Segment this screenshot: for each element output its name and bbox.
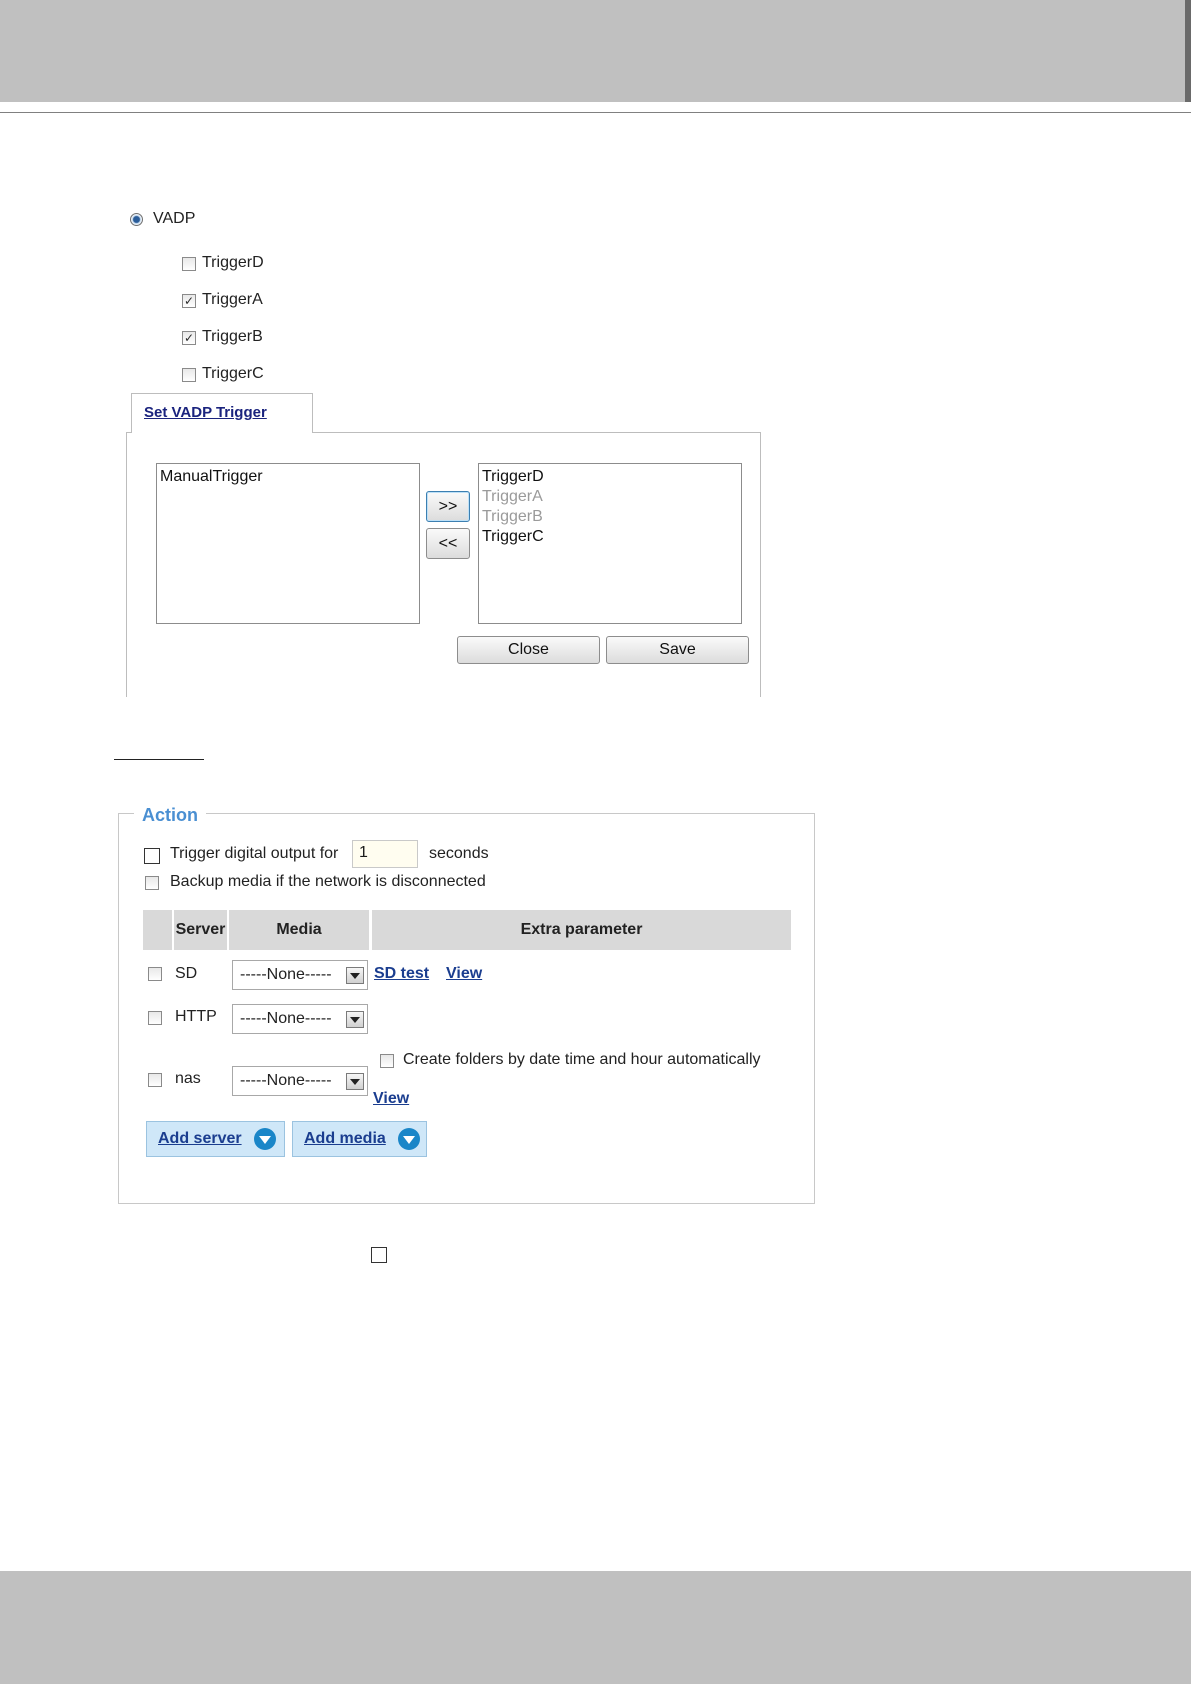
- chevron-down-icon: [346, 1011, 364, 1028]
- trigger-d-label: TriggerD: [202, 254, 264, 271]
- add-media-button[interactable]: Add media: [292, 1121, 427, 1157]
- vadp-radio-label: VADP: [153, 210, 196, 227]
- page-header-band: [0, 0, 1191, 102]
- trigger-a-checkbox[interactable]: ✓: [182, 294, 196, 308]
- table-header-server: Server: [174, 910, 227, 950]
- trigger-c-label: TriggerC: [202, 365, 264, 382]
- table-header-media: Media: [229, 910, 369, 950]
- nas-server-label: nas: [175, 1070, 201, 1087]
- trigger-b-checkbox[interactable]: ✓: [182, 331, 196, 345]
- move-right-button[interactable]: >>: [426, 491, 470, 522]
- list-item[interactable]: ManualTrigger: [160, 467, 416, 487]
- trigger-b-label: TriggerB: [202, 328, 263, 345]
- add-media-label: Add media: [304, 1130, 386, 1147]
- save-button[interactable]: Save: [606, 636, 749, 664]
- add-server-button[interactable]: Add server: [146, 1121, 285, 1157]
- chevron-down-icon: [253, 1128, 276, 1150]
- create-folders-checkbox[interactable]: [380, 1054, 394, 1068]
- header-scroll-strip: [1185, 0, 1191, 102]
- sd-media-value: -----None-----: [240, 966, 332, 983]
- digital-output-unit: seconds: [429, 845, 489, 862]
- trigger-d-checkbox[interactable]: [182, 257, 196, 271]
- checkbox-symbol-icon: [371, 1247, 387, 1263]
- sd-server-label: SD: [175, 965, 198, 982]
- section-underline: [114, 759, 204, 760]
- selected-triggers-list[interactable]: TriggerD TriggerA TriggerB TriggerC: [478, 463, 742, 624]
- add-server-label: Add server: [158, 1130, 242, 1147]
- digital-output-label: Trigger digital output for: [170, 845, 339, 862]
- chevron-down-icon: [346, 1073, 364, 1090]
- nas-media-select[interactable]: -----None-----: [232, 1066, 368, 1096]
- trigger-c-checkbox[interactable]: [182, 368, 196, 382]
- table-header-select: [143, 910, 172, 950]
- nas-view-link[interactable]: View: [373, 1090, 409, 1108]
- list-item[interactable]: TriggerD: [482, 467, 738, 487]
- header-divider: [0, 112, 1191, 113]
- http-server-checkbox[interactable]: [148, 1011, 162, 1025]
- move-left-button[interactable]: <<: [426, 528, 470, 559]
- http-media-select[interactable]: -----None-----: [232, 1004, 368, 1034]
- list-item[interactable]: TriggerA: [482, 487, 738, 507]
- table-header-extra: Extra parameter: [372, 910, 791, 950]
- list-item[interactable]: TriggerB: [482, 507, 738, 527]
- nas-server-checkbox[interactable]: [148, 1073, 162, 1087]
- backup-media-checkbox[interactable]: [145, 876, 159, 890]
- vadp-radio[interactable]: [130, 213, 143, 226]
- http-media-value: -----None-----: [240, 1010, 332, 1027]
- action-legend: Action: [134, 805, 206, 826]
- list-item[interactable]: TriggerC: [482, 527, 738, 547]
- backup-media-label: Backup media if the network is disconnec…: [170, 873, 486, 890]
- available-triggers-list[interactable]: ManualTrigger: [156, 463, 420, 624]
- close-button[interactable]: Close: [457, 636, 600, 664]
- chevron-down-icon: [397, 1128, 420, 1150]
- sd-view-link[interactable]: View: [446, 965, 482, 983]
- sd-media-select[interactable]: -----None-----: [232, 960, 368, 990]
- set-vadp-trigger-tab-link[interactable]: Set VADP Trigger: [144, 404, 267, 421]
- page-footer-band: [0, 1571, 1191, 1684]
- http-server-label: HTTP: [175, 1008, 217, 1025]
- chevron-down-icon: [346, 967, 364, 984]
- create-folders-label: Create folders by date time and hour aut…: [403, 1051, 761, 1068]
- nas-media-value: -----None-----: [240, 1072, 332, 1089]
- digital-output-seconds-input[interactable]: 1: [352, 840, 418, 868]
- sd-test-link[interactable]: SD test: [374, 965, 429, 983]
- sd-server-checkbox[interactable]: [148, 967, 162, 981]
- digital-output-checkbox[interactable]: [144, 848, 160, 864]
- trigger-a-label: TriggerA: [202, 291, 263, 308]
